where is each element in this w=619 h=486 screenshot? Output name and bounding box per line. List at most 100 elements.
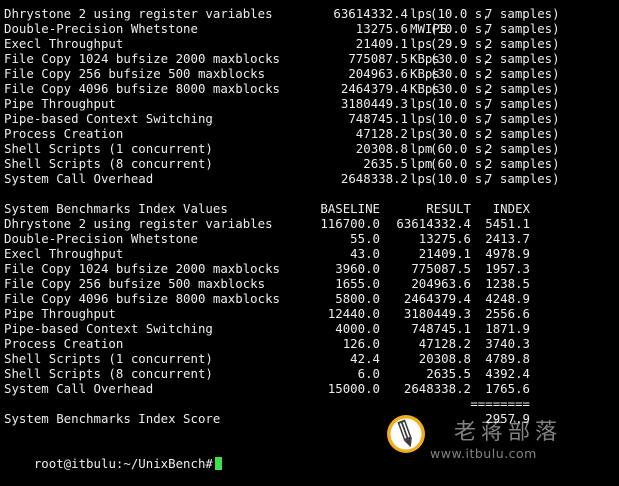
index-baseline: 3960.0 bbox=[335, 261, 380, 276]
result-samples: 2 samples) bbox=[485, 36, 560, 51]
result-row: Pipe Throughput 3180449.3 lps (10.0 s, 7… bbox=[4, 96, 616, 111]
watermark-title: 老蒋部落 bbox=[454, 420, 563, 445]
index-result: 2635.5 bbox=[426, 366, 471, 381]
result-row: File Copy 256 bufsize 500 maxblocks 2049… bbox=[4, 66, 616, 81]
index-result: 21409.1 bbox=[418, 246, 471, 261]
result-name: Pipe Throughput bbox=[4, 96, 116, 111]
result-name: Shell Scripts (8 concurrent) bbox=[4, 156, 213, 171]
index-header-result: RESULT bbox=[426, 201, 471, 216]
result-samples: 7 samples) bbox=[485, 96, 560, 111]
result-time: (30.0 s, bbox=[430, 81, 490, 96]
index-row: Execl Throughput 43.0 21409.1 4978.9 bbox=[4, 246, 616, 261]
result-time: (10.0 s, bbox=[430, 171, 490, 186]
index-result: 20308.8 bbox=[418, 351, 471, 366]
index-row: Shell Scripts (8 concurrent) 6.0 2635.5 … bbox=[4, 366, 616, 381]
result-samples: 2 samples) bbox=[485, 81, 560, 96]
index-baseline: 116700.0 bbox=[320, 216, 380, 231]
index-row: Pipe Throughput 12440.0 3180449.3 2556.6 bbox=[4, 306, 616, 321]
result-time: (60.0 s, bbox=[430, 156, 490, 171]
result-row: File Copy 4096 bufsize 8000 maxblocks 24… bbox=[4, 81, 616, 96]
index-result: 2464379.4 bbox=[403, 291, 471, 306]
result-time: (29.9 s, bbox=[430, 36, 490, 51]
result-name: Double-Precision Whetstone bbox=[4, 21, 198, 36]
result-row: Process Creation 47128.2 lps (30.0 s, 2 … bbox=[4, 126, 616, 141]
index-row: Pipe-based Context Switching 4000.0 7487… bbox=[4, 321, 616, 336]
index-result: 47128.2 bbox=[418, 336, 471, 351]
score-label: System Benchmarks Index Score bbox=[4, 411, 221, 426]
index-value: 4248.9 bbox=[485, 291, 530, 306]
result-time: (60.0 s, bbox=[430, 141, 490, 156]
index-header-baseline: BASELINE bbox=[320, 201, 380, 216]
index-baseline: 126.0 bbox=[342, 336, 380, 351]
index-result: 2648338.2 bbox=[403, 381, 471, 396]
result-value: 47128.2 bbox=[355, 126, 408, 141]
result-name: Shell Scripts (1 concurrent) bbox=[4, 141, 213, 156]
result-name: File Copy 1024 bufsize 2000 maxblocks bbox=[4, 51, 281, 66]
result-value: 21409.1 bbox=[355, 36, 408, 51]
result-name: Dhrystone 2 using register variables bbox=[4, 6, 273, 21]
result-name: Process Creation bbox=[4, 126, 124, 141]
index-value: 4789.8 bbox=[485, 351, 530, 366]
result-time: (10.0 s, bbox=[430, 111, 490, 126]
result-row: Execl Throughput 21409.1 lps (29.9 s, 2 … bbox=[4, 36, 616, 51]
index-value: 1957.3 bbox=[485, 261, 530, 276]
index-name: Shell Scripts (1 concurrent) bbox=[4, 351, 213, 366]
result-row: Dhrystone 2 using register variables 636… bbox=[4, 6, 616, 21]
result-row: File Copy 1024 bufsize 2000 maxblocks 77… bbox=[4, 51, 616, 66]
result-value: 2635.5 bbox=[363, 156, 408, 171]
index-row: System Call Overhead 15000.0 2648338.2 1… bbox=[4, 381, 616, 396]
index-row: Double-Precision Whetstone 55.0 13275.6 … bbox=[4, 231, 616, 246]
result-samples: 2 samples) bbox=[485, 51, 560, 66]
index-name: Pipe Throughput bbox=[4, 306, 116, 321]
index-separator: ======== bbox=[4, 396, 616, 411]
index-name: Dhrystone 2 using register variables bbox=[4, 216, 273, 231]
result-value: 20308.8 bbox=[355, 141, 408, 156]
index-baseline: 5800.0 bbox=[335, 291, 380, 306]
result-time: (30.0 s, bbox=[430, 126, 490, 141]
index-baseline: 12440.0 bbox=[327, 306, 380, 321]
index-row: File Copy 256 bufsize 500 maxblocks 1655… bbox=[4, 276, 616, 291]
result-time: (10.0 s, bbox=[430, 6, 490, 21]
result-samples: 7 samples) bbox=[485, 171, 560, 186]
index-result: 204963.6 bbox=[411, 276, 471, 291]
result-row: Shell Scripts (8 concurrent) 2635.5 lpm … bbox=[4, 156, 616, 171]
terminal-output[interactable]: Dhrystone 2 using register variables 636… bbox=[4, 6, 616, 471]
index-row: Dhrystone 2 using register variables 116… bbox=[4, 216, 616, 231]
index-header-title: System Benchmarks Index Values bbox=[4, 201, 228, 216]
index-value: 1238.5 bbox=[485, 276, 530, 291]
index-baseline: 43.0 bbox=[350, 246, 380, 261]
index-name: Process Creation bbox=[4, 336, 124, 351]
index-result: 63614332.4 bbox=[396, 216, 471, 231]
result-value: 13275.6 bbox=[355, 21, 408, 36]
result-time: (30.0 s, bbox=[430, 51, 490, 66]
index-value: 4978.9 bbox=[485, 246, 530, 261]
index-header: System Benchmarks Index Values BASELINE … bbox=[4, 201, 616, 216]
index-value: 1765.6 bbox=[485, 381, 530, 396]
result-time: (30.0 s, bbox=[430, 66, 490, 81]
result-samples: 2 samples) bbox=[485, 126, 560, 141]
pencil-badge-icon bbox=[387, 415, 425, 453]
result-row: Pipe-based Context Switching 748745.1 lp… bbox=[4, 111, 616, 126]
index-row: Process Creation 126.0 47128.2 3740.3 bbox=[4, 336, 616, 351]
index-baseline: 55.0 bbox=[350, 231, 380, 246]
result-row: Double-Precision Whetstone 13275.6 MWIPS… bbox=[4, 21, 616, 36]
index-baseline: 1655.0 bbox=[335, 276, 380, 291]
index-name: File Copy 4096 bufsize 8000 maxblocks bbox=[4, 291, 281, 306]
index-baseline: 42.4 bbox=[350, 351, 380, 366]
index-baseline: 6.0 bbox=[357, 366, 380, 381]
result-value: 204963.6 bbox=[348, 66, 408, 81]
index-value: 4392.4 bbox=[485, 366, 530, 381]
result-time: (10.0 s, bbox=[430, 96, 490, 111]
index-row: Shell Scripts (1 concurrent) 42.4 20308.… bbox=[4, 351, 616, 366]
result-row: System Call Overhead 2648338.2 lps (10.0… bbox=[4, 171, 616, 186]
index-name: Execl Throughput bbox=[4, 246, 124, 261]
index-value: 5451.1 bbox=[485, 216, 530, 231]
index-value: 2556.6 bbox=[485, 306, 530, 321]
result-name: File Copy 256 bufsize 500 maxblocks bbox=[4, 66, 266, 81]
watermark: 老蒋部落 www.itbulu.com bbox=[386, 410, 616, 462]
index-name: File Copy 1024 bufsize 2000 maxblocks bbox=[4, 261, 281, 276]
result-value: 3180449.3 bbox=[340, 96, 408, 111]
index-row: File Copy 4096 bufsize 8000 maxblocks 58… bbox=[4, 291, 616, 306]
result-row: Shell Scripts (1 concurrent) 20308.8 lpm… bbox=[4, 141, 616, 156]
